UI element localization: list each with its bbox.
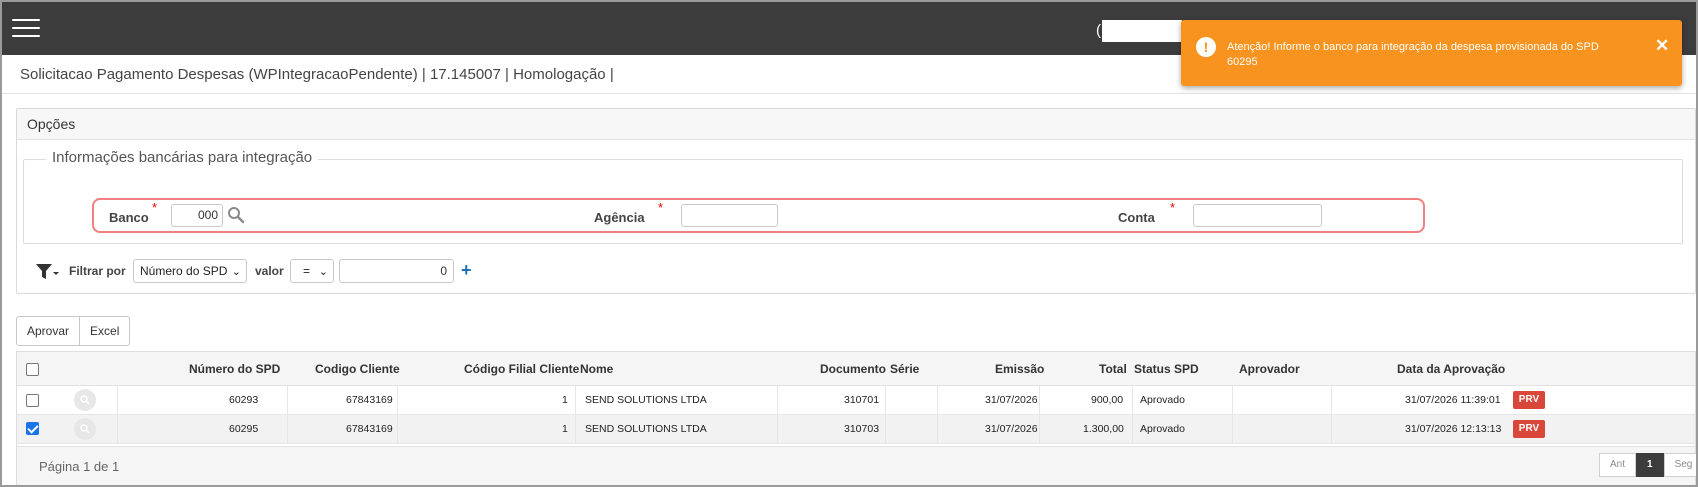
search-icon[interactable] — [227, 206, 245, 224]
filter-operator-value: = — [303, 264, 311, 278]
cell-numero-spd: 60295 — [229, 423, 259, 435]
action-buttons: Aprovar Excel — [16, 316, 131, 346]
table-header: Número do SPD Codigo Cliente Código Fili… — [17, 352, 1695, 386]
cell-total: 1.300,00 — [1083, 423, 1124, 435]
col-numero-spd[interactable]: Número do SPD — [189, 362, 280, 376]
cell-codigo-filial: 1 — [562, 394, 568, 406]
col-nome[interactable]: Nome — [580, 362, 613, 376]
conta-label: Conta — [1118, 210, 1155, 225]
row-checkbox[interactable] — [26, 394, 39, 407]
agencia-label: Agência — [594, 210, 645, 225]
agencia-required-mark: * — [658, 200, 664, 215]
exclamation-icon: ! — [1196, 37, 1216, 57]
add-filter-icon[interactable]: + — [461, 260, 472, 281]
banco-input[interactable]: 000 — [171, 204, 223, 227]
app-window: ( Solicitacao Pagamento Despesas (WPInte… — [0, 0, 1698, 487]
prv-button[interactable]: PRV — [1513, 420, 1545, 438]
top-paren-text: ( — [1096, 22, 1101, 39]
filter-field-select[interactable]: Número do SPD ⌄ — [133, 259, 247, 283]
banco-label: Banco — [109, 210, 149, 225]
filter-value-input[interactable]: 0 — [339, 259, 454, 283]
cell-codigo-filial: 1 — [562, 423, 568, 435]
filter-value-text: 0 — [440, 264, 447, 278]
cell-codigo-cliente: 67843169 — [346, 423, 393, 435]
pager-next-button[interactable]: Seg — [1663, 453, 1696, 477]
cell-total: 900,00 — [1091, 394, 1124, 406]
close-icon[interactable]: ✕ — [1655, 36, 1669, 56]
banco-required-mark: * — [152, 200, 158, 215]
filter-field-value: Número do SPD — [140, 264, 228, 278]
bank-info-legend: Informações bancárias para integração — [46, 149, 319, 166]
chevron-down-icon: ⌄ — [231, 266, 241, 278]
pager-prev-button[interactable]: Ant — [1599, 453, 1637, 477]
row-checkbox[interactable] — [26, 422, 39, 435]
prv-button[interactable]: PRV — [1513, 391, 1545, 409]
excel-button[interactable]: Excel — [80, 316, 131, 346]
options-header[interactable]: Opções — [17, 109, 1695, 140]
col-codigo-cliente[interactable]: Codigo Cliente — [315, 362, 400, 376]
col-aprovador[interactable]: Aprovador — [1239, 362, 1300, 376]
row-view-button[interactable] — [74, 389, 96, 411]
bank-info-fieldset: Informações bancárias para integração Ba… — [23, 149, 1683, 244]
top-search-input[interactable] — [1102, 20, 1182, 42]
cell-codigo-cliente: 67843169 — [346, 394, 393, 406]
pager-page-button[interactable]: 1 — [1636, 453, 1664, 477]
pager-bar: Página 1 de 1 Ant 1 Seg — [17, 446, 1696, 485]
cell-documento: 310701 — [844, 394, 880, 406]
table-row[interactable]: 60293 67843169 1 SEND SOLUTIONS LTDA 310… — [17, 386, 1695, 415]
cell-status: Aprovado — [1140, 394, 1185, 406]
top-search-area: ( — [1096, 20, 1182, 42]
cell-nome: SEND SOLUTIONS LTDA — [585, 394, 707, 406]
col-serie[interactable]: Série — [890, 362, 919, 376]
select-all-checkbox[interactable] — [26, 363, 39, 376]
filter-icon[interactable] — [35, 262, 59, 282]
cell-status: Aprovado — [1140, 423, 1185, 435]
search-icon — [80, 424, 90, 434]
row-view-button[interactable] — [74, 418, 96, 440]
approve-button[interactable]: Aprovar — [16, 316, 81, 346]
hamburger-menu-icon[interactable] — [12, 19, 40, 41]
title-divider — [2, 93, 1696, 94]
chevron-down-icon: ⌄ — [318, 266, 328, 278]
conta-input[interactable] — [1193, 204, 1322, 227]
cell-data-aprovacao: 31/07/2026 12:13:13 — [1405, 423, 1502, 435]
toast-message: Atenção! Informe o banco para integração… — [1227, 41, 1599, 68]
cell-nome: SEND SOLUTIONS LTDA — [585, 423, 707, 435]
table-row[interactable]: 60295 67843169 1 SEND SOLUTIONS LTDA 310… — [17, 415, 1695, 444]
page-title: Solicitacao Pagamento Despesas (WPIntegr… — [20, 66, 614, 83]
cell-emissao: 31/07/2026 — [985, 394, 1038, 406]
agencia-input[interactable] — [681, 204, 778, 227]
pager-text: Página 1 de 1 — [39, 459, 120, 474]
cell-documento: 310703 — [844, 423, 880, 435]
col-emissao[interactable]: Emissão — [995, 362, 1044, 376]
cell-data-aprovacao: 31/07/2026 11:39:01 — [1405, 394, 1501, 406]
filter-by-label: Filtrar por — [69, 264, 126, 278]
filter-operator-select[interactable]: = ⌄ — [290, 259, 334, 283]
search-icon — [80, 395, 90, 405]
options-panel: Opções Informações bancárias para integr… — [16, 108, 1696, 294]
valor-label: valor — [255, 264, 284, 278]
col-status-spd[interactable]: Status SPD — [1134, 362, 1199, 376]
cell-numero-spd: 60293 — [229, 394, 259, 406]
pagination: Ant 1 Seg — [1599, 453, 1696, 477]
col-documento[interactable]: Documento — [820, 362, 886, 376]
col-codigo-filial[interactable]: Código Filial Cliente — [464, 362, 579, 376]
col-total[interactable]: Total — [1099, 362, 1127, 376]
cell-emissao: 31/07/2026 — [985, 423, 1038, 435]
col-data-aprovacao[interactable]: Data da Aprovação — [1397, 362, 1505, 376]
warning-toast: ! Atenção! Informe o banco para integraç… — [1181, 20, 1682, 86]
bank-fields-row: Banco * 000 Agência * Conta * — [92, 198, 1425, 233]
spd-table: Número do SPD Codigo Cliente Código Fili… — [16, 351, 1696, 485]
banco-value: 000 — [197, 208, 218, 222]
conta-required-mark: * — [1170, 200, 1176, 215]
